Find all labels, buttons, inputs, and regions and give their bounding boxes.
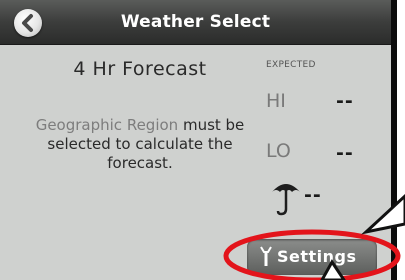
forecast-message: Geographic Region must be selected to ca…	[20, 116, 260, 173]
forecast-title: 4 Hr Forecast	[73, 58, 207, 80]
page-title: Weather Select	[120, 12, 271, 32]
title-bar: Weather Select	[0, 0, 391, 45]
hi-value: --	[336, 90, 354, 112]
umbrella-icon	[272, 184, 300, 216]
lo-value: --	[336, 142, 354, 164]
settings-button[interactable]: Settings	[247, 239, 377, 275]
weather-select-screen: Weather Select 4 Hr Forecast Geographic …	[0, 0, 397, 280]
lo-label: LO	[266, 140, 291, 162]
rain-value: --	[304, 184, 322, 206]
expected-panel: EXPECTED HI -- LO -- --	[262, 60, 382, 240]
geographic-region-link[interactable]: Geographic Region	[36, 116, 178, 134]
settings-label: Settings	[277, 247, 357, 266]
expected-label: EXPECTED	[266, 60, 316, 70]
forecast-panel: 4 Hr Forecast Geographic Region must be …	[20, 58, 260, 173]
hi-label: HI	[266, 90, 286, 112]
wrench-icon	[260, 246, 272, 266]
